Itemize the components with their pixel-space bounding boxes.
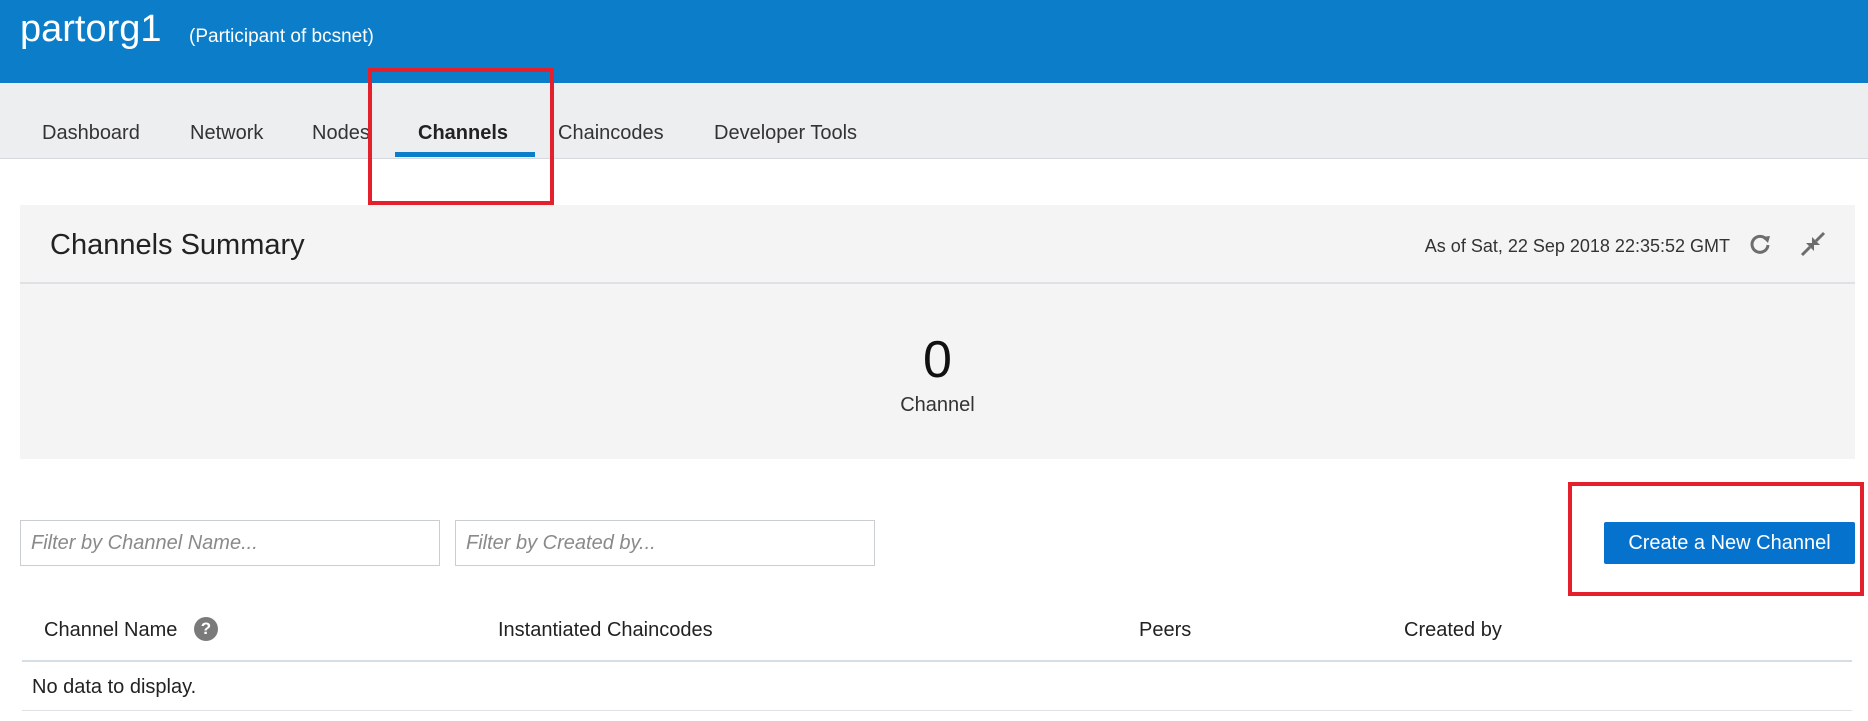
tab-network[interactable]: Network — [190, 113, 263, 153]
org-name: partorg1 — [20, 8, 162, 50]
tab-bar: Dashboard Network Nodes Channels Chainco… — [0, 83, 1868, 159]
as-of-timestamp: As of Sat, 22 Sep 2018 22:35:52 GMT — [1424, 236, 1730, 256]
table-header-divider — [22, 660, 1852, 662]
app-header: partorg1 (Participant of bcsnet) — [0, 0, 1868, 83]
filter-channel-name-input[interactable] — [20, 520, 440, 566]
channels-summary-panel: Channels Summary As of Sat, 22 Sep 2018 … — [20, 205, 1855, 459]
tab-developer-tools[interactable]: Developer Tools — [714, 113, 857, 153]
summary-title: Channels Summary — [50, 229, 305, 261]
column-header-channel-name[interactable]: Channel Name — [44, 617, 177, 643]
refresh-icon[interactable] — [1745, 229, 1775, 259]
channel-count: 0 — [923, 331, 952, 389]
help-icon[interactable]: ? — [194, 617, 218, 641]
column-header-instantiated-chaincodes[interactable]: Instantiated Chaincodes — [498, 617, 713, 643]
channel-count-label: Channel — [900, 394, 975, 416]
filter-created-by-input[interactable] — [455, 520, 875, 566]
tab-channels[interactable]: Channels — [418, 113, 508, 153]
tab-chaincodes[interactable]: Chaincodes — [558, 113, 664, 153]
table-empty-message: No data to display. — [32, 676, 197, 698]
column-header-created-by[interactable]: Created by — [1404, 617, 1502, 643]
tab-dashboard[interactable]: Dashboard — [42, 113, 140, 153]
org-role: (Participant of bcsnet) — [189, 26, 374, 47]
collapse-icon[interactable] — [1798, 229, 1828, 259]
table-row-divider — [22, 710, 1852, 711]
summary-header: Channels Summary As of Sat, 22 Sep 2018 … — [20, 205, 1855, 284]
tab-nodes[interactable]: Nodes — [312, 113, 370, 153]
column-header-peers[interactable]: Peers — [1139, 617, 1191, 643]
create-new-channel-button[interactable]: Create a New Channel — [1604, 522, 1855, 564]
active-tab-indicator — [395, 152, 535, 157]
